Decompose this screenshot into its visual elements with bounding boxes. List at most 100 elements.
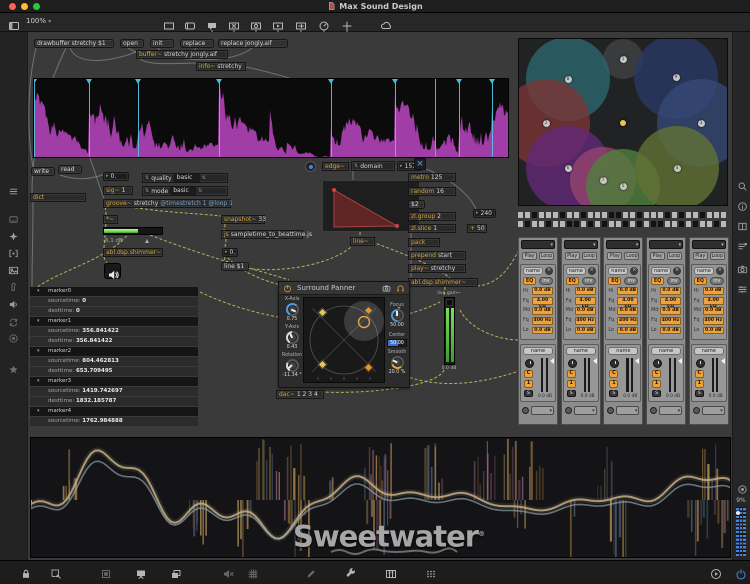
eq-value[interactable]: 0.0 dB [532,326,553,335]
channel-number-button[interactable]: 1 [609,380,619,388]
object-pack[interactable]: pack [408,238,440,247]
grid-cell[interactable] [665,221,670,227]
marker-row-header[interactable]: marker4 [30,407,198,416]
record-dot-icon[interactable] [737,480,748,494]
grid-cell[interactable] [693,221,698,227]
cue-button[interactable]: C [524,370,533,378]
message-read[interactable]: read [58,165,82,174]
grid-cell[interactable] [700,221,705,227]
waveform-marker[interactable] [456,79,462,157]
eq-value[interactable]: 0.0 dB [617,326,639,335]
name-button[interactable]: name [565,267,586,275]
cue-button[interactable]: C [609,370,619,378]
invert-button[interactable]: inv [709,277,724,285]
rotation-knob[interactable] [285,359,299,372]
object-dict[interactable]: dict [30,193,86,202]
channel-file-menu[interactable]: ▾ [563,240,598,249]
output-knob[interactable] [522,407,529,414]
grid-cell[interactable] [616,212,621,218]
message-line[interactable]: line $1 [221,262,249,271]
marker-row-header[interactable]: marker2 [30,347,198,356]
channel-file-menu[interactable]: ▾ [649,240,684,249]
grid-cell[interactable] [539,221,544,227]
grid-cell[interactable] [539,212,544,218]
object-times[interactable]: *~ [103,215,118,224]
nodes-panel[interactable]: 1 8 9 2 3 6 7 5 4 [518,38,728,206]
waveform-marker[interactable] [34,79,37,157]
grid-cell[interactable] [553,212,558,218]
grid-cell[interactable] [553,221,558,227]
loop-button[interactable]: Loop [539,252,554,260]
favorites-icon[interactable] [8,360,19,374]
eq-value[interactable]: 400 Hz [702,317,724,325]
waveform-marker[interactable] [489,79,495,157]
message-drawbuffer[interactable]: drawbuffer stretchy $1 [34,39,114,48]
parameters-icon[interactable] [737,280,748,293]
step-grid[interactable] [518,212,728,230]
output-knob[interactable] [564,407,572,414]
matrix-icon[interactable] [425,565,437,578]
invert-button[interactable]: inv [539,277,553,285]
attachment-icon[interactable] [8,278,19,292]
grid-cell[interactable] [630,212,635,218]
playhead[interactable] [435,79,436,157]
eq-value[interactable]: 400 Hz [532,317,553,325]
grid-cell[interactable] [546,221,551,227]
object-zl-group[interactable]: zl.group 2 [408,212,456,221]
gain-slider-handle[interactable] [445,299,453,306]
output-knob[interactable] [692,407,700,414]
solo-button[interactable]: S [609,390,619,397]
loop-button[interactable]: Loop [667,252,683,260]
eq-value[interactable]: 0.0 dB [702,326,724,335]
fader-handle[interactable] [678,358,683,364]
object-js[interactable]: js sampletime_to_beattime.js [221,230,312,239]
grid-cell[interactable] [644,221,649,227]
solo-button[interactable]: S [566,390,576,397]
close-icon[interactable]: × [715,267,724,275]
grid-cell[interactable] [721,212,726,218]
node-handle[interactable]: 4 [673,164,681,172]
object-dac[interactable]: dac~ 1 2 3 4 [276,390,324,399]
object-buffer[interactable]: buffer~ stretchy jongly.aif [136,50,228,59]
presentation-icon[interactable] [135,565,147,579]
function-editor[interactable] [322,180,420,232]
inspector-icon[interactable] [8,244,19,258]
channel-number-button[interactable]: 1 [694,380,704,388]
output-menu[interactable]: ▾ [701,406,725,415]
node-handle[interactable]: 9 [672,73,680,81]
object-play[interactable]: play~ stretchy [408,264,466,273]
node-handle[interactable]: 2 [542,119,550,127]
run-icon[interactable] [710,565,722,579]
snapshot-camera-icon[interactable] [737,260,748,274]
volume-fader[interactable] [668,358,683,392]
node-handle[interactable]: 5 [619,182,627,190]
attrui-domain[interactable]: ⇅ domain [351,161,395,171]
marker-row-header[interactable]: marker0 [30,287,198,296]
grid-cell[interactable] [672,221,677,227]
volume-fader[interactable] [625,358,640,392]
eq-value[interactable]: 0.0 dB [660,326,682,335]
grid-cell[interactable] [588,221,593,227]
grid-cell[interactable] [651,212,656,218]
grid-cell[interactable] [637,212,642,218]
output-knob[interactable] [650,407,658,414]
grid-cell[interactable] [609,212,614,218]
new-button-icon[interactable] [250,17,262,32]
audio-power-icon[interactable] [735,565,747,580]
waveform-marker[interactable] [328,79,334,157]
eq-value[interactable]: 0.0 dB [532,287,553,295]
channel-number-button[interactable]: 1 [524,380,533,388]
waveform-display[interactable] [33,78,509,158]
grid-cell[interactable] [532,221,537,227]
play-button[interactable]: Play [692,252,708,260]
fader-handle[interactable] [720,358,725,364]
nodes-cursor[interactable] [620,120,626,126]
eq-toggle[interactable]: EQ [693,277,707,285]
loop-button[interactable]: Loop [581,252,597,260]
zoom-control[interactable]: 100% ▾ [26,17,51,25]
cloud-browser-icon[interactable] [380,17,392,29]
solo-button[interactable]: S [694,390,704,397]
channel-file-menu[interactable]: ▾ [606,240,641,249]
center-value-box[interactable]: 50.00 [387,339,407,347]
grid-cell[interactable] [588,212,593,218]
